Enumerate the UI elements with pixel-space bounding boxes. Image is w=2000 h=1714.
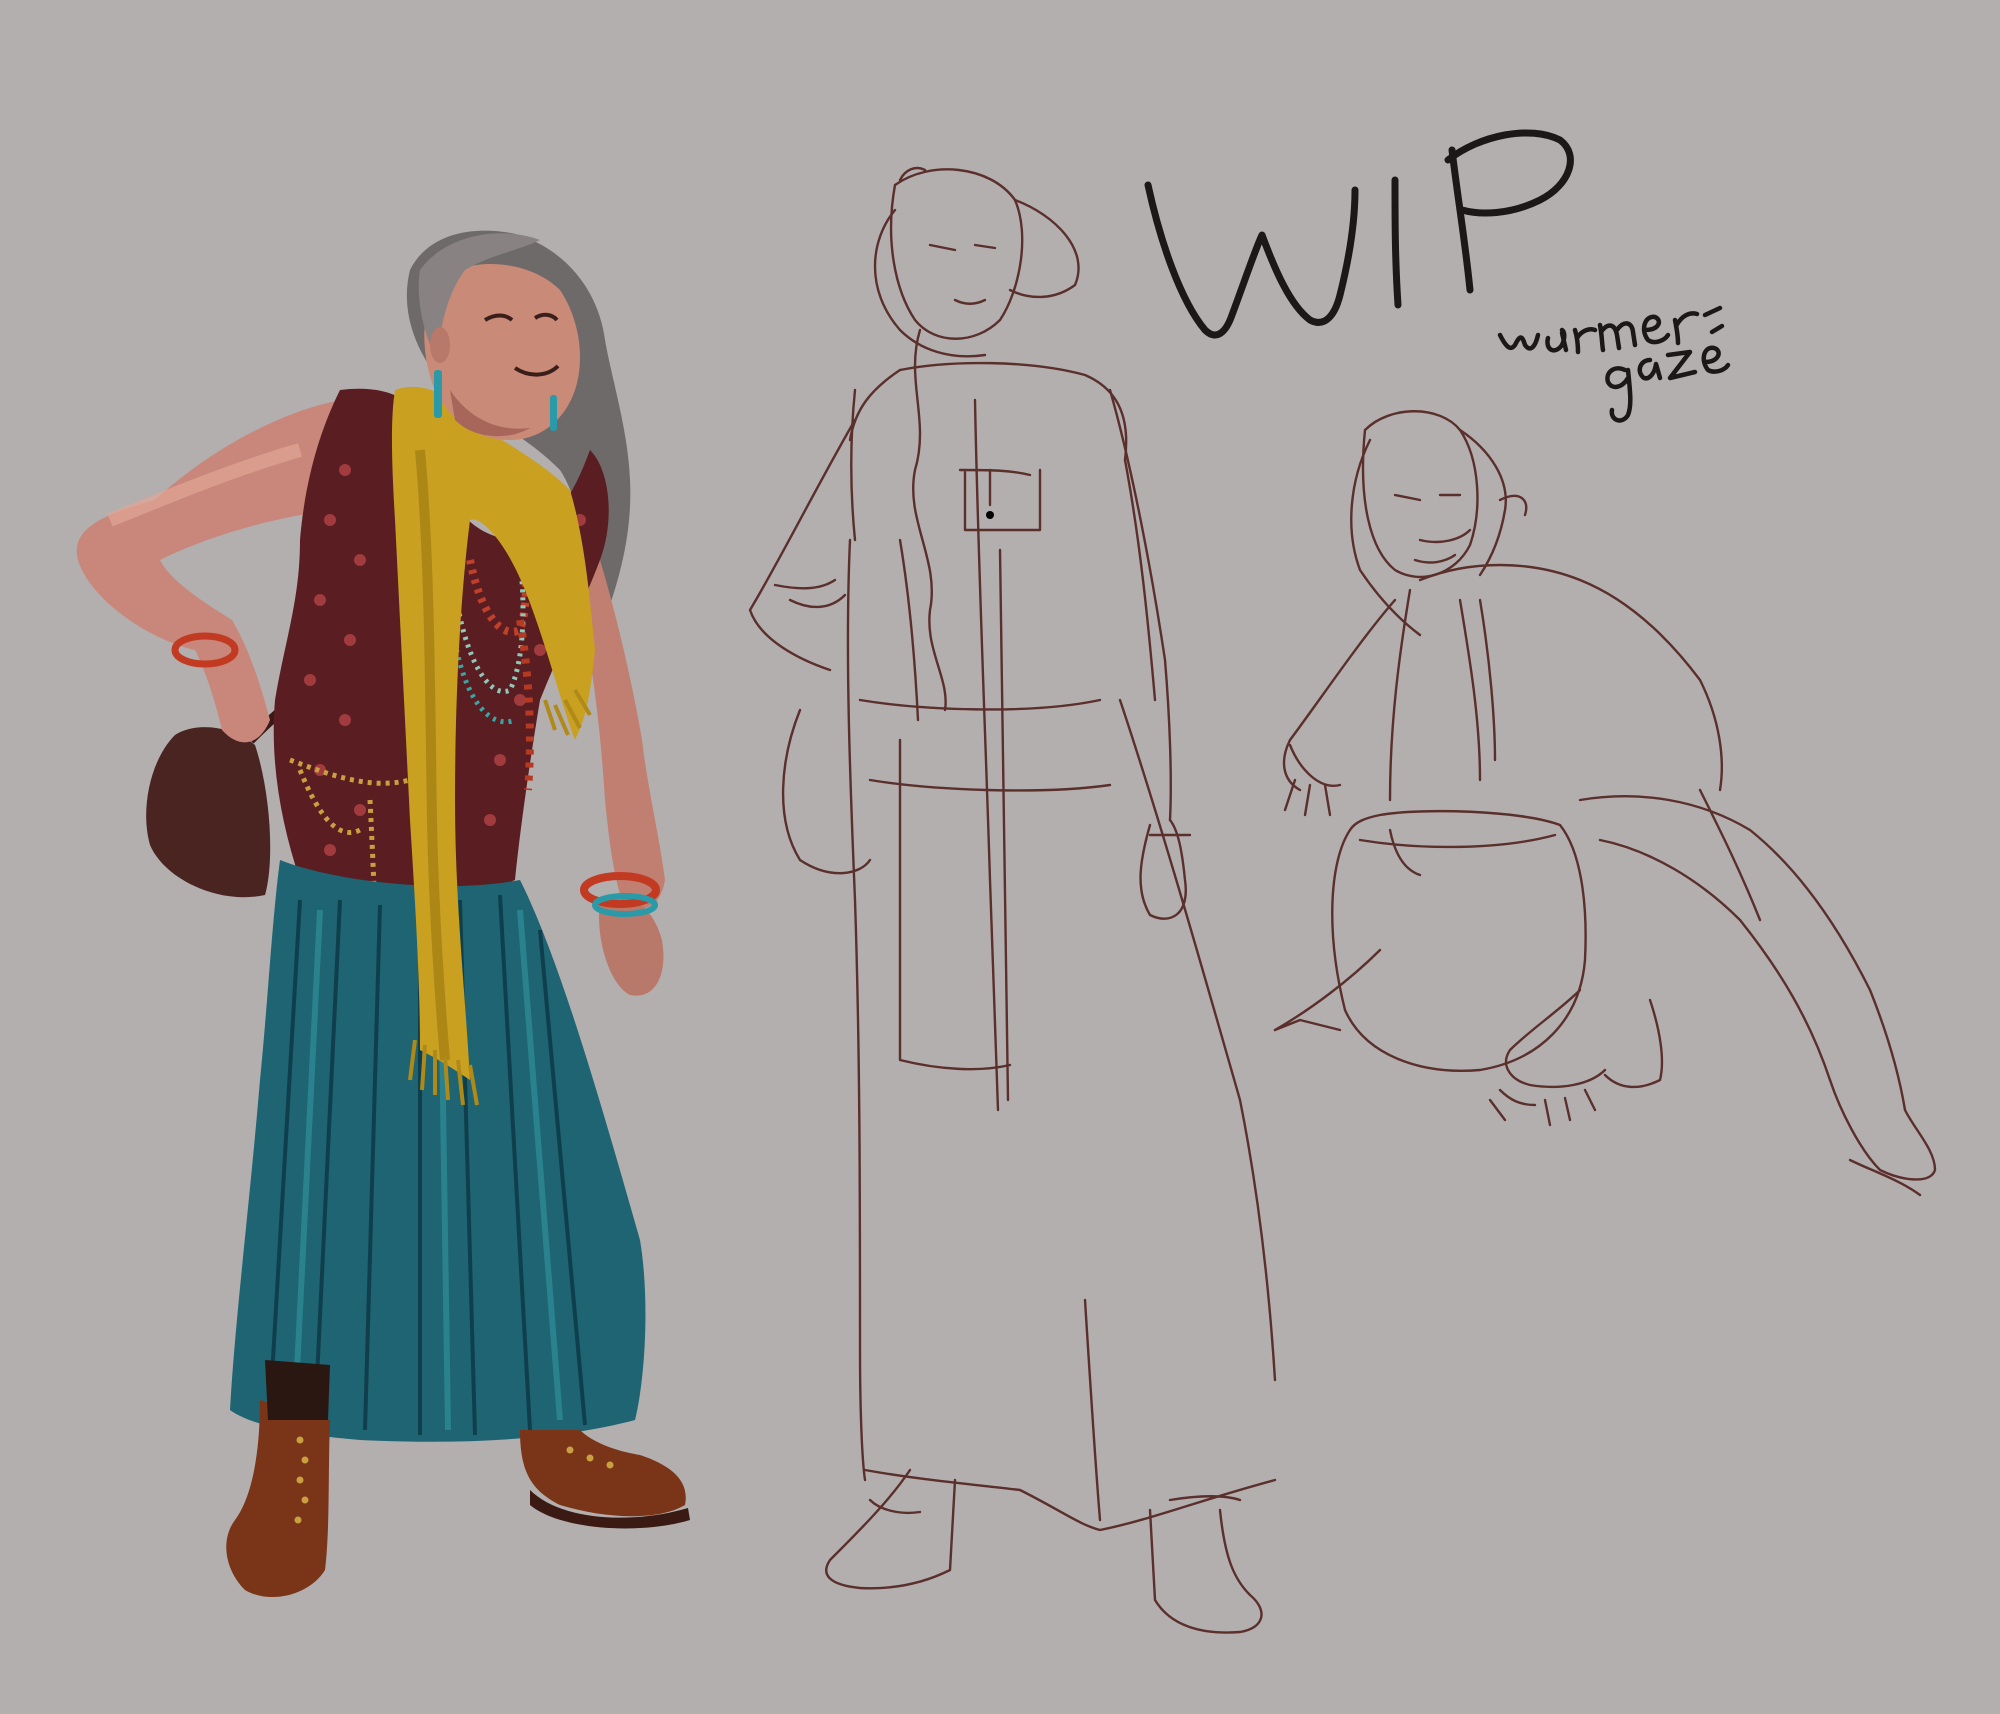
letter-w [1144,181,1359,339]
letter-p [1444,129,1574,294]
artwork-svg [76,129,1937,1634]
letter-i [1391,176,1402,309]
ear [430,327,450,363]
wip-handwriting [1144,129,1731,423]
note-warmer [1497,305,1723,355]
boot-left-upper [265,1360,330,1420]
artwork-canvas: WIP warmer- gaze [0,0,2000,1714]
earring-left [434,370,442,418]
satchel-bag [146,727,271,898]
note-gaze [1605,323,1731,423]
earring-right [550,395,557,431]
crouching-sketch [1273,410,1937,1197]
painted-character [76,230,690,1598]
standing-sketch [748,166,1277,1634]
boot-left [226,1400,330,1598]
